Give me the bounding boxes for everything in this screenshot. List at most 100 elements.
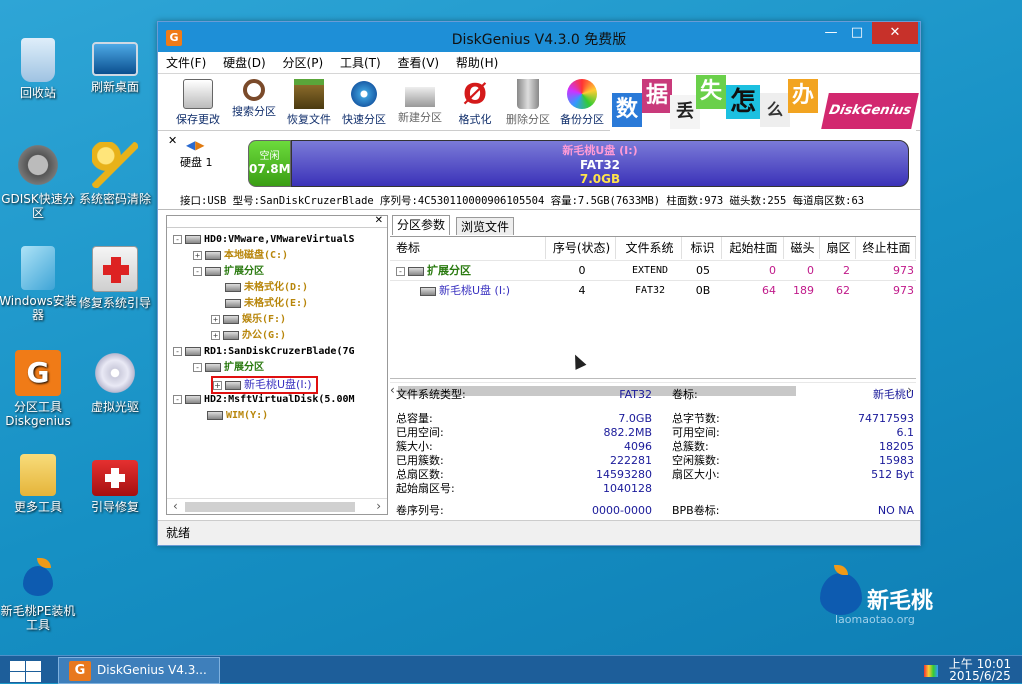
desktop-icon-gdisk[interactable]: GDISK快速分区 (0, 142, 78, 220)
menu-disk[interactable]: 硬盘(D) (218, 52, 271, 74)
desktop-icon-more-tools[interactable]: 更多工具 (0, 454, 78, 514)
tree-item-f[interactable]: + 娱乐(F:) (211, 312, 286, 328)
desktop-icon-label: 刷新桌面 (90, 80, 139, 94)
free-space-block[interactable]: 空闲 07.8M (248, 140, 291, 187)
free-size: 07.8M (249, 162, 291, 176)
menu-view[interactable]: 查看(V) (393, 52, 445, 74)
toolbar-label: 备份分区 (560, 113, 604, 126)
desktop-icon-boot-repair[interactable]: 引导修复 (75, 454, 155, 514)
minimize-button[interactable]: — (818, 22, 844, 44)
desktop-icon-diskgenius[interactable]: G 分区工具Diskgenius (0, 350, 78, 428)
nav-arrows[interactable]: ◀▶ (186, 138, 204, 152)
banner-char: 数 (612, 93, 642, 127)
close-button[interactable]: ✕ (872, 22, 918, 44)
col-header[interactable]: 文件系统 (618, 237, 682, 259)
peach-icon (21, 558, 55, 600)
table-row[interactable]: - 扩展分区 0 EXTEND 05 0 0 2 973 (390, 260, 916, 280)
save-changes-button[interactable]: 保存更改 (172, 77, 224, 129)
quick-partition-button[interactable]: 快速分区 (338, 77, 390, 129)
expand-icon[interactable]: + (213, 380, 222, 390)
start-button[interactable] (8, 660, 42, 682)
detail-label: 总容量: (396, 412, 433, 425)
desktop-icon-recycle-bin[interactable]: 回收站 (0, 38, 78, 100)
tree-item-extended[interactable]: - 扩展分区 (193, 264, 264, 280)
col-header[interactable]: 起始柱面 (724, 237, 784, 259)
row-id: 0B (695, 284, 711, 297)
col-header[interactable]: 终止柱面 (858, 237, 916, 259)
tree-hscrollbar[interactable]: ‹ › (167, 498, 387, 514)
row-name-text: 新毛桃U盘 (I:) (439, 284, 511, 297)
detail-label: 起始扇区号: (396, 482, 455, 495)
col-header[interactable]: 磁头 (786, 237, 820, 259)
tree-item-e[interactable]: 未格式化(E:) (225, 296, 308, 312)
tree-close-icon[interactable]: ✕ (375, 215, 383, 226)
title-bar[interactable]: G DiskGenius V4.3.0 免费版 — □ ✕ (158, 22, 920, 52)
taskbar-app-diskgenius[interactable]: G DiskGenius V4.3... (58, 657, 220, 684)
expand-icon[interactable]: + (211, 330, 220, 340)
tree-item-d[interactable]: 未格式化(D:) (225, 280, 308, 296)
desktop-icon-refresh-desktop[interactable]: 刷新桌面 (75, 42, 155, 94)
scroll-right-icon[interactable]: › (376, 499, 381, 513)
detail-value: 4096 (624, 440, 652, 453)
row-sector: 2 (843, 264, 850, 277)
clock[interactable]: 上午 10:01 2015/6/25 (948, 658, 1012, 682)
close-diskmap-icon[interactable]: ✕ (168, 134, 177, 147)
tree-item-g[interactable]: + 办公(G:) (211, 328, 286, 344)
expand-icon[interactable]: + (193, 250, 202, 260)
diskgenius-icon: G (69, 661, 91, 681)
recover-files-button[interactable]: 恢复文件 (282, 77, 336, 129)
detail-label: 总簇数: (672, 440, 709, 453)
delete-partition-button[interactable]: 删除分区 (502, 77, 554, 129)
collapse-icon[interactable]: - (173, 234, 182, 244)
toolbar: 保存更改 搜索分区 恢复文件 快速分区 新建分区 Ø 格式化 删除分区 备份分区 (158, 75, 920, 131)
tree-item-rd1[interactable]: - RD1:SanDiskCruzerBlade(7G (173, 344, 355, 360)
desktop-icon-virtual-drive[interactable]: 虚拟光驱 (75, 350, 155, 414)
tree-label: HD0:VMware,VMwareVirtualS (204, 234, 355, 245)
ad-banner[interactable]: 数 据 丢 失 怎 么 办 DiskGenius (610, 75, 919, 131)
table-row[interactable]: 新毛桃U盘 (I:) 4 FAT32 0B 64 189 62 973 (390, 280, 916, 300)
partition-block-i[interactable]: 新毛桃U盘 (I:) FAT32 7.0GB (291, 140, 909, 187)
col-header[interactable]: 序号(状态) (548, 237, 616, 259)
partition-details: 文件系统类型: FAT32 卷标: 新毛桃U 总容量: 7.0GB 总字节数: … (390, 378, 916, 517)
row-name: 新毛桃U盘 (I:) (420, 281, 550, 301)
menu-file[interactable]: 文件(F) (161, 52, 211, 74)
collapse-icon[interactable]: - (396, 267, 405, 276)
tab-browse-files[interactable]: 浏览文件 (456, 217, 515, 235)
disc-icon (92, 350, 138, 396)
toolbar-label: 保存更改 (176, 113, 220, 126)
desktop-icon-pe-installer[interactable]: 新毛桃PE装机工具 (0, 558, 78, 632)
backup-partition-button[interactable]: 备份分区 (556, 77, 608, 129)
tab-partition-params[interactable]: 分区参数 (392, 215, 451, 235)
collapse-icon[interactable]: - (173, 346, 182, 356)
tree-item-hd2[interactable]: - HD2:MsftVirtualDisk(5.00M (173, 392, 355, 408)
col-header[interactable]: 扇区 (822, 237, 856, 259)
desktop-icon-password-clear[interactable]: 系统密码清除 (75, 142, 155, 206)
format-button[interactable]: Ø 格式化 (450, 77, 500, 129)
new-partition-button[interactable]: 新建分区 (394, 77, 446, 129)
tree-item-y[interactable]: WIM(Y:) (207, 408, 268, 424)
scroll-left-icon[interactable]: ‹ (173, 499, 178, 513)
detail-value: 512 Byt (871, 468, 914, 481)
col-header[interactable]: 卷标 (396, 237, 546, 259)
tree-item-c[interactable]: + 本地磁盘(C:) (193, 248, 288, 264)
expand-icon[interactable]: + (211, 314, 220, 324)
menu-tools[interactable]: 工具(T) (335, 52, 386, 74)
scroll-thumb[interactable] (185, 502, 355, 512)
tree-item-hd0[interactable]: - HD0:VMware,VMwareVirtualS (173, 232, 355, 248)
detail-value: 15983 (879, 454, 914, 467)
collapse-icon[interactable]: - (193, 362, 202, 372)
collapse-icon[interactable]: - (193, 266, 202, 276)
menu-help[interactable]: 帮助(H) (451, 52, 503, 74)
search-partition-button[interactable]: 搜索分区 (228, 77, 280, 129)
desktop-icon-windows-installer[interactable]: Windows安装器 (0, 246, 78, 322)
banner-char: 办 (788, 79, 818, 113)
toolbar-label: 搜索分区 (232, 105, 276, 118)
collapse-icon[interactable]: - (173, 394, 182, 404)
menu-partition[interactable]: 分区(P) (278, 52, 329, 74)
col-header[interactable]: 标识 (684, 237, 722, 259)
tray-color-icon[interactable] (924, 665, 938, 677)
tree-item-extended-rd1[interactable]: - 扩展分区 (193, 360, 264, 376)
maximize-button[interactable]: □ (844, 22, 870, 44)
partition-icon (205, 266, 221, 276)
desktop-icon-repair-boot[interactable]: 修复系统引导 (75, 246, 155, 310)
